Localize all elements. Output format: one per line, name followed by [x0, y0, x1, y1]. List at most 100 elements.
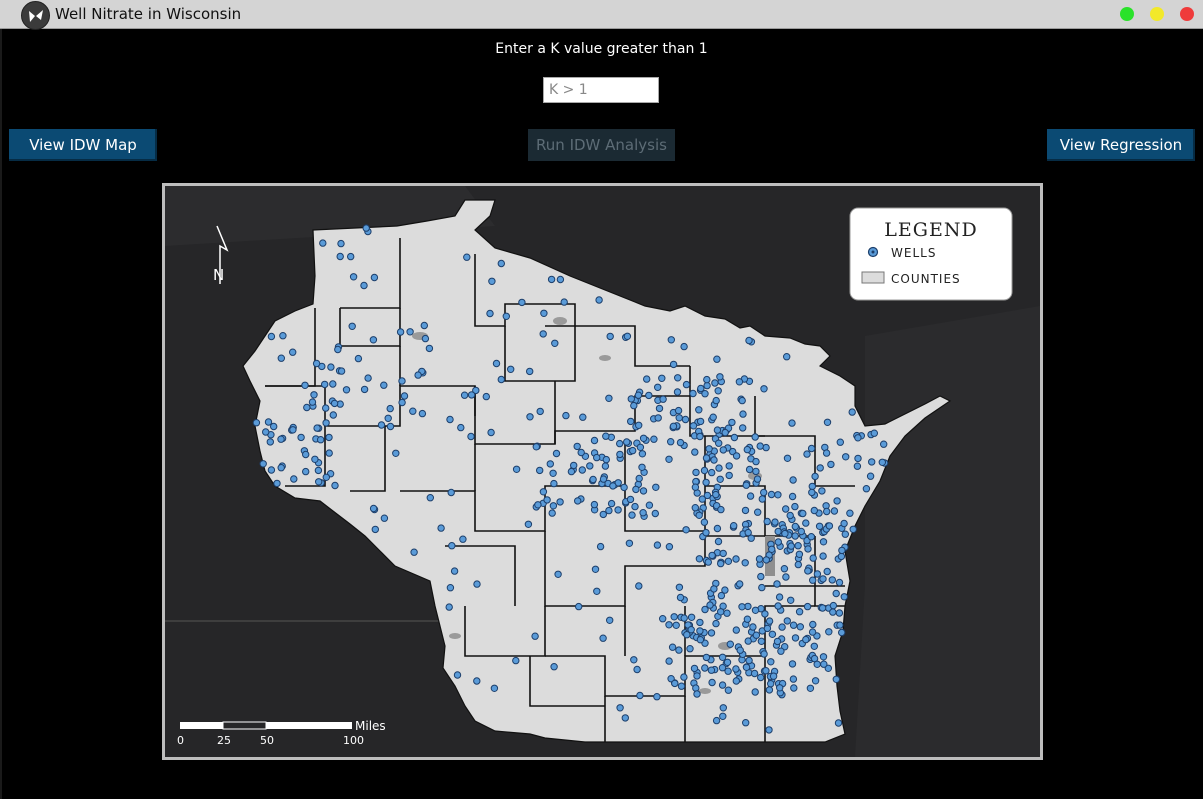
well-point	[691, 448, 699, 456]
well-point	[668, 643, 677, 651]
well-point	[570, 461, 578, 470]
well-point	[536, 407, 544, 416]
well-point	[790, 684, 798, 692]
well-point	[279, 332, 287, 340]
well-point	[701, 664, 709, 672]
well-point	[547, 275, 556, 284]
well-point	[765, 726, 773, 734]
minimize-button[interactable]	[1150, 7, 1164, 21]
well-point	[716, 373, 724, 381]
well-point	[322, 419, 330, 427]
well-point	[591, 565, 600, 573]
well-point	[730, 433, 739, 442]
well-point	[652, 483, 660, 491]
well-point	[654, 383, 662, 392]
close-button[interactable]	[1180, 7, 1194, 21]
well-point	[726, 640, 734, 648]
well-point	[665, 455, 673, 463]
run-idw-analysis-button[interactable]: Run IDW Analysis	[528, 129, 675, 161]
well-point	[502, 312, 510, 321]
well-point	[671, 679, 679, 688]
well-point	[756, 442, 764, 450]
view-idw-map-button[interactable]: View IDW Map	[9, 129, 157, 161]
well-point	[577, 448, 585, 457]
well-point	[783, 617, 791, 625]
well-point	[627, 417, 635, 426]
view-regression-button[interactable]: View Regression	[1047, 129, 1195, 161]
well-point	[717, 608, 725, 616]
well-point	[738, 396, 746, 405]
well-point	[669, 422, 678, 431]
well-point	[732, 555, 740, 563]
well-point	[744, 528, 752, 537]
well-point	[639, 509, 647, 517]
well-point	[546, 460, 554, 468]
well-point	[697, 384, 705, 393]
maximize-button[interactable]	[1120, 7, 1134, 21]
well-point	[794, 560, 802, 569]
well-point	[512, 656, 520, 665]
well-point	[808, 482, 816, 491]
well-point	[789, 476, 797, 484]
well-point	[811, 677, 820, 685]
well-point	[719, 446, 727, 454]
well-point	[746, 492, 755, 500]
well-point	[762, 443, 770, 452]
well-point	[616, 450, 624, 459]
well-point	[848, 408, 856, 416]
well-point	[698, 495, 706, 503]
well-point	[703, 381, 711, 390]
well-point	[337, 239, 345, 248]
well-point	[732, 677, 740, 685]
well-point	[791, 522, 799, 531]
well-point	[579, 413, 587, 421]
well-point	[735, 378, 744, 386]
well-point	[329, 380, 337, 388]
well-point	[853, 462, 862, 470]
well-point	[277, 435, 285, 443]
well-point	[630, 401, 638, 410]
well-point	[360, 385, 369, 394]
well-point	[303, 403, 311, 412]
well-point	[380, 381, 388, 389]
well-point	[267, 466, 276, 474]
well-point	[556, 498, 564, 506]
well-point	[490, 684, 499, 692]
well-point	[672, 621, 680, 629]
well-point	[808, 488, 816, 497]
well-point	[753, 475, 762, 483]
well-point	[645, 501, 654, 509]
well-point	[713, 426, 722, 434]
well-point	[667, 438, 675, 446]
well-point	[819, 552, 827, 560]
well-point	[675, 583, 684, 591]
well-point	[745, 656, 753, 665]
well-point	[745, 465, 754, 474]
well-point	[829, 601, 838, 610]
well-point	[605, 506, 613, 515]
well-point	[270, 422, 278, 431]
well-point	[673, 388, 682, 396]
well-point	[807, 444, 816, 453]
well-point	[715, 439, 723, 447]
well-point	[574, 497, 582, 505]
k-value-input[interactable]	[543, 77, 659, 103]
well-point	[392, 449, 400, 457]
well-point	[758, 495, 766, 503]
well-point	[636, 443, 645, 451]
well-point	[645, 391, 653, 400]
well-point	[549, 502, 558, 510]
well-point	[437, 524, 445, 532]
well-point	[321, 380, 329, 389]
well-point	[783, 353, 791, 361]
well-point	[651, 509, 659, 518]
well-point	[774, 527, 782, 536]
well-point	[719, 712, 727, 720]
well-point	[730, 522, 738, 530]
well-point	[473, 677, 481, 685]
well-point	[590, 500, 599, 509]
well-point	[409, 407, 417, 415]
well-point	[607, 499, 616, 508]
well-point	[329, 411, 338, 419]
well-point	[704, 558, 712, 566]
